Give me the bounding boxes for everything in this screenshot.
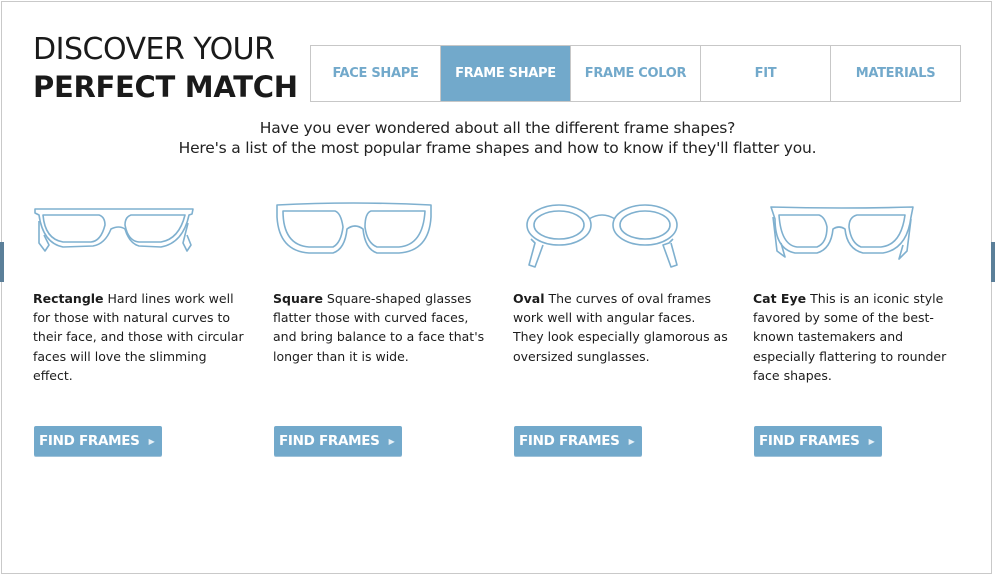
shape-card-oval: Oval The curves of oval frames work well… — [513, 195, 728, 456]
find-frames-button[interactable]: FIND FRAMES ▶ — [514, 426, 642, 456]
play-arrow-icon: ▶ — [148, 436, 155, 446]
find-frames-button[interactable]: FIND FRAMES ▶ — [754, 426, 882, 456]
page-title: DISCOVER YOUR PERFECT MATCH — [33, 32, 298, 106]
intro-text: Have you ever wondered about all the dif… — [0, 118, 995, 158]
play-arrow-icon: ▶ — [628, 436, 635, 446]
right-edge-tab — [991, 242, 995, 282]
category-tabs: FACE SHAPE FRAME SHAPE FRAME COLOR FIT M… — [310, 45, 961, 102]
tab-materials[interactable]: MATERIALS — [830, 46, 960, 101]
play-arrow-icon: ▶ — [388, 436, 395, 446]
find-frames-button[interactable]: FIND FRAMES ▶ — [34, 426, 162, 456]
headline-line2: PERFECT MATCH — [33, 70, 298, 104]
left-edge-tab — [0, 242, 4, 282]
find-frames-label: FIND FRAMES — [39, 433, 140, 449]
find-frames-label: FIND FRAMES — [759, 433, 860, 449]
tab-frame-shape[interactable]: FRAME SHAPE — [440, 46, 570, 101]
shape-description: Rectangle Hard lines work well for those… — [33, 289, 248, 385]
play-arrow-icon: ▶ — [868, 436, 875, 446]
find-frames-label: FIND FRAMES — [279, 433, 380, 449]
rectangle-glasses-icon — [33, 195, 248, 275]
shape-description: Cat Eye This is an iconic style favored … — [753, 289, 968, 385]
shape-name: Cat Eye — [753, 291, 807, 306]
square-glasses-icon — [273, 195, 488, 275]
shape-card-cat-eye: Cat Eye This is an iconic style favored … — [753, 195, 968, 456]
shape-card-square: Square Square-shaped glasses flatter tho… — [273, 195, 488, 456]
intro-line1: Have you ever wondered about all the dif… — [259, 119, 736, 137]
shape-name: Square — [273, 291, 323, 306]
shape-name: Oval — [513, 291, 545, 306]
tab-frame-color[interactable]: FRAME COLOR — [570, 46, 700, 101]
headline-line1: DISCOVER YOUR — [33, 32, 275, 67]
tab-fit[interactable]: FIT — [700, 46, 830, 101]
shape-description-text: The curves of oval frames work well with… — [513, 291, 728, 364]
cat-eye-glasses-icon — [753, 195, 968, 275]
find-frames-label: FIND FRAMES — [519, 433, 620, 449]
find-frames-button[interactable]: FIND FRAMES ▶ — [274, 426, 402, 456]
shape-description: Oval The curves of oval frames work well… — [513, 289, 728, 366]
shape-card-rectangle: Rectangle Hard lines work well for those… — [33, 195, 248, 456]
shape-description: Square Square-shaped glasses flatter tho… — [273, 289, 488, 366]
tab-face-shape[interactable]: FACE SHAPE — [311, 46, 440, 101]
intro-line2: Here's a list of the most popular frame … — [178, 139, 817, 157]
oval-glasses-icon — [513, 195, 728, 275]
shape-name: Rectangle — [33, 291, 104, 306]
